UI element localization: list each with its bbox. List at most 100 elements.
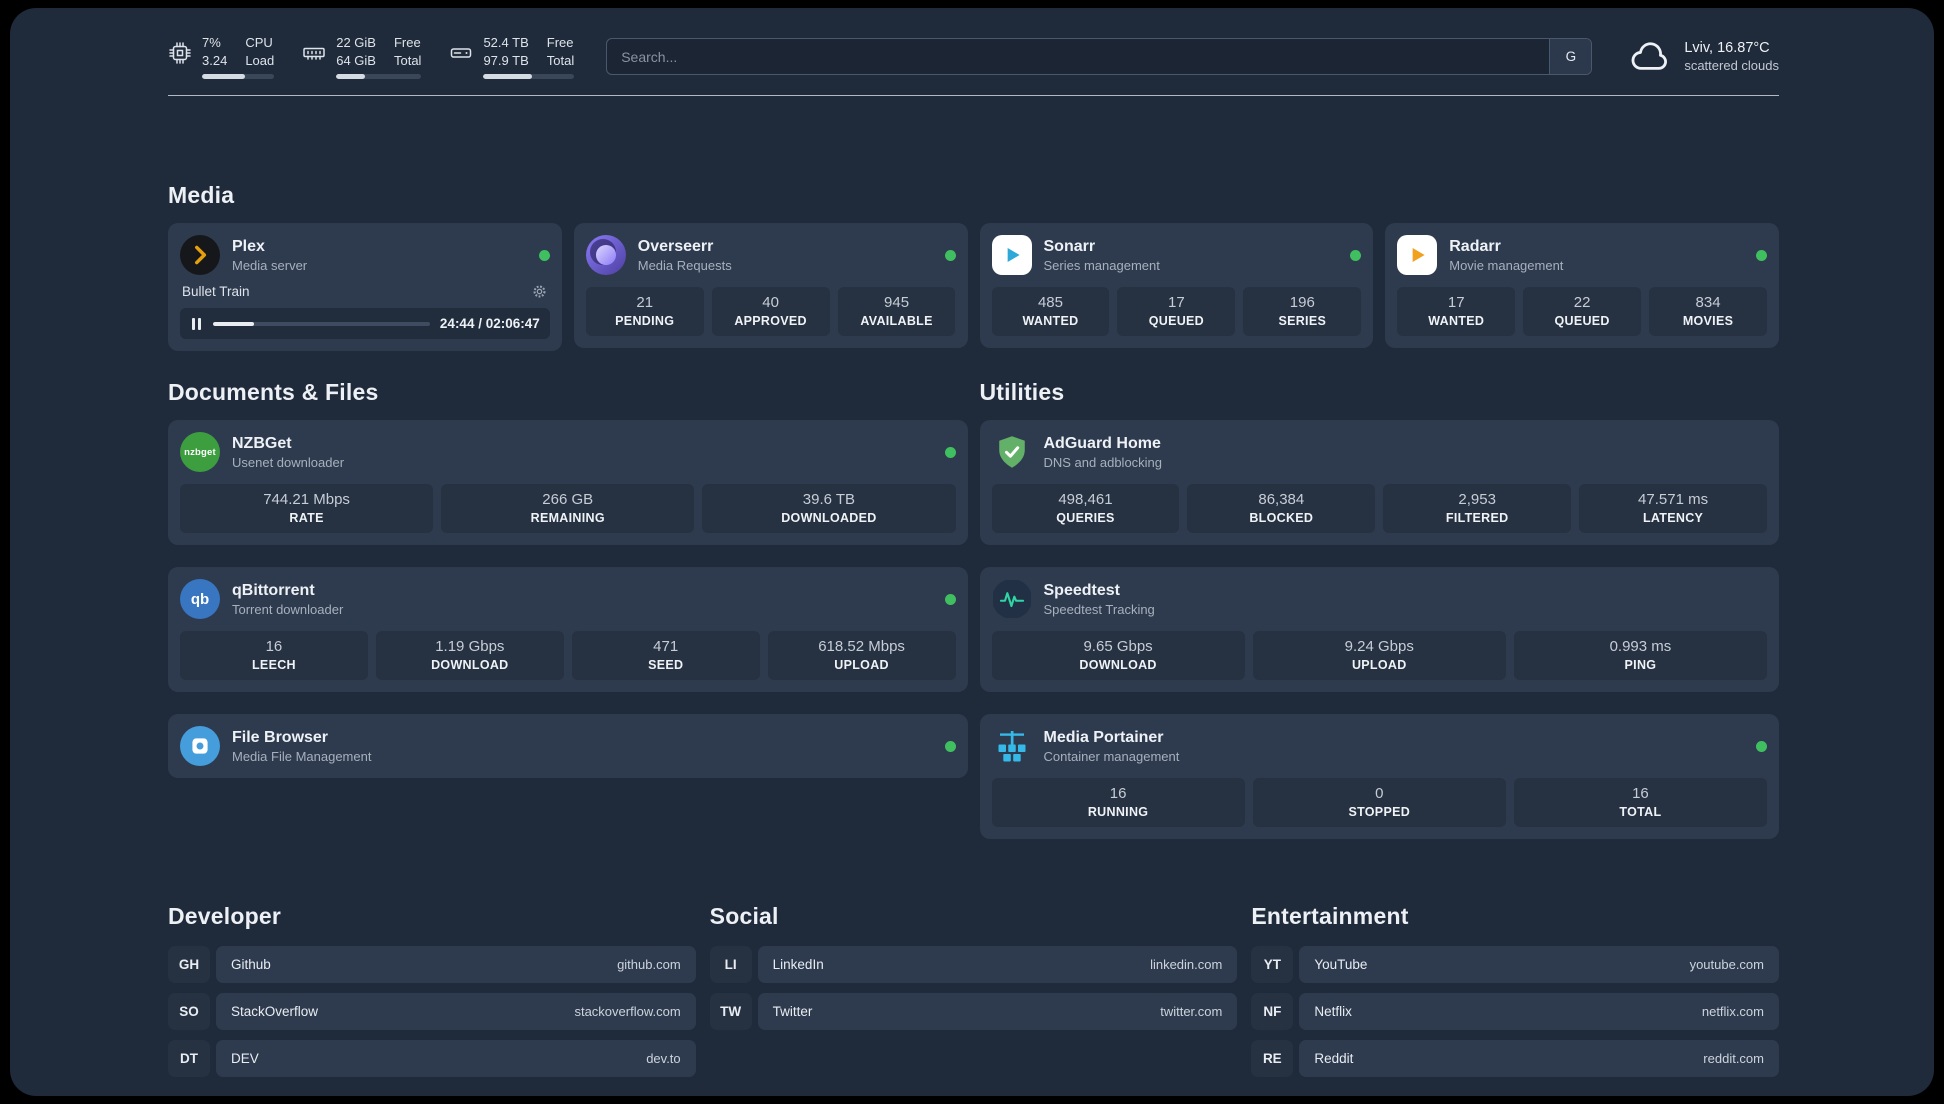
sonarr-subtitle: Series management	[1043, 258, 1160, 274]
pause-button[interactable]	[190, 317, 203, 330]
stat-label: LATENCY	[1642, 511, 1704, 526]
bookmark-url: dev.to	[646, 1051, 681, 1067]
reddit-abbr-icon: RE	[1251, 1040, 1294, 1078]
playback-time: 24:44 / 02:06:47	[439, 316, 540, 332]
cpu-progress-bar	[202, 74, 275, 80]
stat-value: 16	[1109, 785, 1127, 803]
bookmark-bar: Netflix netflix.com	[1299, 993, 1779, 1031]
plex-meta: Plex Media server	[232, 237, 307, 273]
card-nzbget[interactable]: nzbget NZBGet Usenet downloader 744.21 M…	[168, 420, 968, 546]
filebrowser-name: File Browser	[232, 729, 329, 747]
documents-section-title: Documents & Files	[168, 379, 379, 406]
bookmark-dev[interactable]: DT DEV dev.to	[168, 1040, 696, 1078]
ram-icon	[302, 41, 326, 65]
card-qbittorrent[interactable]: qb qBittorrent Torrent downloader 16 LEE…	[168, 567, 968, 693]
search-bar[interactable]: G	[606, 38, 1593, 76]
cpu-label: CPU	[245, 35, 273, 50]
card-speedtest[interactable]: Speedtest Speedtest Tracking 9.65 Gbps D…	[979, 567, 1779, 693]
system-monitors: 7% 3.24 CPU Load 22 GiB 64 GiB Free Tota…	[168, 34, 575, 80]
stat-value: 22	[1573, 294, 1591, 312]
memory-total-label: Total	[393, 52, 422, 68]
qbittorrent-status-dot	[944, 593, 956, 605]
card-portainer[interactable]: Media Portainer Container management 16 …	[979, 714, 1779, 840]
bookmark-url: linkedin.com	[1150, 957, 1223, 973]
social-section-title: Social	[709, 903, 779, 930]
overseerr-name: Overseerr	[637, 238, 714, 256]
stat-label: APPROVED	[734, 314, 807, 329]
memory-monitor: 22 GiB 64 GiB Free Total	[302, 34, 422, 80]
memory-total-value: 64 GiB	[336, 52, 376, 68]
overseerr-swirl-icon	[585, 235, 626, 276]
seek-bar-fill	[213, 321, 255, 326]
stat-label: UPLOAD	[1351, 658, 1407, 673]
radarr-stats: 17 WANTED 22 QUEUED 834 MOVIES	[1397, 287, 1767, 337]
card-adguard[interactable]: AdGuard Home DNS and adblocking 498,461 …	[979, 420, 1779, 546]
card-overseerr[interactable]: Overseerr Media Requests 21 PENDING 40 A…	[573, 223, 968, 349]
documents-stack: nzbget NZBGet Usenet downloader 744.21 M…	[168, 420, 968, 779]
stat-tile-wanted: 485 WANTED	[991, 287, 1110, 337]
social-bookmarks: LI LinkedIn linkedin.com TW Twitter twit…	[709, 946, 1238, 1031]
radarr-status-dot	[1756, 249, 1767, 261]
stat-label: PENDING	[615, 314, 675, 329]
stat-tile-ping: 0.993 ms PING	[1513, 631, 1767, 681]
stat-tile-downloaded: 39.6 TB DOWNLOADED	[702, 484, 956, 534]
stat-label: QUERIES	[1056, 511, 1115, 526]
stat-value: 16	[265, 638, 283, 656]
seek-bar[interactable]	[213, 321, 430, 326]
shield-check-icon	[992, 432, 1032, 472]
stat-value: 9.65 Gbps	[1083, 638, 1153, 656]
weather-location: Lviv, 16.87°C	[1684, 40, 1770, 57]
card-sonarr[interactable]: Sonarr Series management 485 WANTED 17 Q…	[979, 223, 1374, 349]
youtube-abbr-icon: YT	[1251, 946, 1294, 984]
bookmark-bar: LinkedIn linkedin.com	[757, 946, 1238, 984]
search-input[interactable]	[607, 39, 1550, 75]
speedtest-header: Speedtest Speedtest Tracking	[992, 579, 1768, 619]
stat-label: RUNNING	[1087, 805, 1149, 820]
widget-settings-gear-icon[interactable]	[531, 283, 548, 300]
filebrowser-status-dot	[944, 740, 956, 752]
nzbget-name: NZBGet	[232, 435, 292, 453]
stat-label: TOTAL	[1619, 805, 1662, 820]
bookmark-stackoverflow[interactable]: SO StackOverflow stackoverflow.com	[168, 993, 696, 1031]
section-documents: Documents & Files nzbget NZBGet Usenet d…	[168, 379, 968, 779]
card-plex[interactable]: Plex Media server Bullet Train 24:44 / 0…	[168, 223, 562, 352]
cloud-icon	[1630, 41, 1672, 73]
bookmark-youtube[interactable]: YT YouTube youtube.com	[1251, 946, 1779, 984]
stat-value: 1.19 Gbps	[435, 638, 505, 656]
portainer-stats: 16 RUNNING 0 STOPPED 16 TOTAL	[991, 778, 1767, 828]
bookmark-name: Twitter	[772, 1004, 813, 1020]
stat-tile-blocked: 86,384 BLOCKED	[1187, 484, 1376, 534]
card-radarr[interactable]: Radarr Movie management 17 WANTED 22 QUE…	[1385, 223, 1779, 349]
bookmark-netflix[interactable]: NF Netflix netflix.com	[1251, 993, 1779, 1031]
memory-free-value: 22 GiB	[336, 35, 376, 50]
adguard-meta: AdGuard Home DNS and adblocking	[1044, 434, 1163, 470]
stat-label: AVAILABLE	[860, 314, 933, 329]
stat-label: MOVIES	[1682, 314, 1734, 329]
bookmark-twitter[interactable]: TW Twitter twitter.com	[709, 993, 1238, 1031]
portainer-meta: Media Portainer Container management	[1044, 728, 1180, 764]
stat-label: QUEUED	[1148, 314, 1204, 329]
cpu-load-label: Load	[245, 52, 275, 68]
bookmark-bar: Twitter twitter.com	[757, 993, 1238, 1031]
search-engine-button[interactable]: G	[1549, 39, 1592, 75]
bookmark-name: YouTube	[1314, 957, 1368, 973]
portainer-status-dot	[1756, 740, 1767, 752]
player-controls: 24:44 / 02:06:47	[180, 308, 550, 340]
bookmark-url: reddit.com	[1703, 1051, 1764, 1067]
card-filebrowser[interactable]: File Browser Media File Management	[168, 714, 968, 779]
portainer-subtitle: Container management	[1043, 749, 1180, 765]
stat-label: WANTED	[1428, 314, 1485, 329]
filebrowser-subtitle: Media File Management	[232, 749, 372, 765]
bookmark-url: youtube.com	[1689, 957, 1764, 973]
nzbget-subtitle: Usenet downloader	[232, 455, 345, 471]
homarr-dashboard: 7% 3.24 CPU Load 22 GiB 64 GiB Free Tota…	[10, 8, 1934, 1096]
bookmark-github[interactable]: GH Github github.com	[168, 946, 696, 984]
stat-value: 39.6 TB	[802, 491, 856, 509]
stat-label: QUEUED	[1554, 314, 1610, 329]
bookmark-linkedin[interactable]: LI LinkedIn linkedin.com	[709, 946, 1238, 984]
bookmark-bar: Github github.com	[216, 946, 696, 984]
bookmark-url: stackoverflow.com	[574, 1004, 681, 1020]
bookmark-columns: Developer GH Github github.com SO StackO…	[168, 903, 1779, 1078]
bookmark-reddit[interactable]: RE Reddit reddit.com	[1251, 1040, 1779, 1078]
bookmark-url: netflix.com	[1701, 1004, 1764, 1020]
